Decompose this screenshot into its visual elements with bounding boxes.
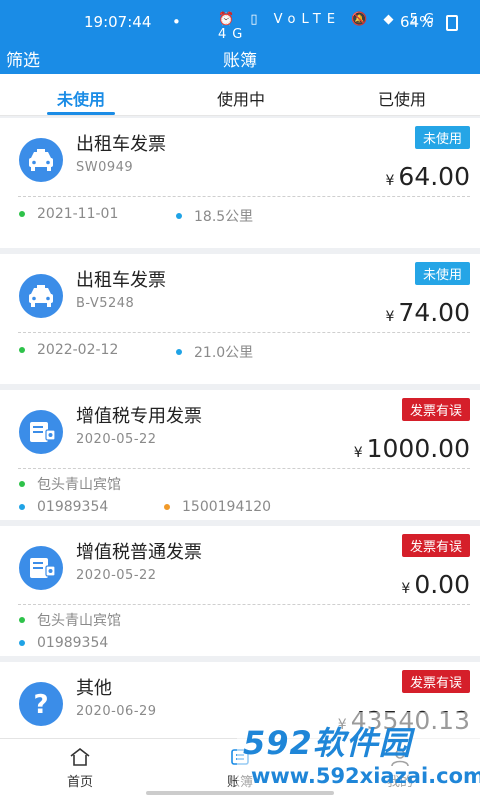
blue-dot-icon: [19, 504, 25, 510]
distance-text: 18.5公里: [194, 209, 254, 225]
blue-dot-icon: [176, 349, 182, 355]
amount-value: 74.00: [398, 298, 470, 327]
invoice-date: 2020-05-22: [76, 568, 157, 583]
invoice-amount: ¥74.00: [386, 298, 471, 327]
dashed-divider: [18, 604, 470, 605]
trip-distance: 21.0公里: [176, 342, 253, 362]
currency-symbol: ¥: [385, 173, 395, 189]
invoice-date: 2020-06-29: [76, 704, 157, 719]
date-text: 2022-02-12: [37, 342, 119, 358]
page-title: 账簿: [223, 51, 257, 71]
invoice-number: 01989354: [19, 499, 108, 515]
vat-invoice-icon: [19, 546, 63, 590]
invoice-type: 其他: [76, 678, 112, 699]
status-bar: 19:07:44 • ⏰ ▯ VoLTE 🔕 ◆ 5G 4G 64%: [0, 0, 480, 44]
watermark-url: www.592xiazai.com: [251, 764, 480, 788]
nav-home[interactable]: 首页: [40, 747, 120, 790]
invoice-date: 2021-11-01: [19, 206, 118, 222]
status-icons: ⏰ ▯ VoLTE 🔕 ◆ 5G 4G: [218, 12, 440, 42]
home-indicator: [146, 791, 334, 795]
invoice-amount: ¥64.00: [386, 162, 471, 191]
dashed-divider: [18, 332, 470, 333]
number-text: 01989354: [37, 499, 109, 515]
active-tab-indicator: [47, 112, 115, 115]
status-badge: 发票有误: [401, 670, 470, 693]
green-dot-icon: [19, 481, 25, 487]
amount-value: 1000.00: [366, 434, 470, 463]
tax-id-text: 1500194120: [182, 499, 272, 515]
invoice-type: 出租车发票: [76, 134, 166, 155]
number-text: 01989354: [37, 635, 109, 651]
vat-invoice-icon: [19, 410, 63, 454]
status-tabs: 未使用 使用中 已使用: [0, 74, 480, 116]
currency-symbol: ¥: [401, 581, 411, 597]
seller-text: 包头青山宾馆: [37, 477, 121, 493]
currency-symbol: ¥: [385, 309, 395, 325]
green-dot-icon: [19, 211, 25, 217]
status-badge: 未使用: [414, 126, 470, 149]
home-icon: [70, 747, 90, 766]
invoice-card[interactable]: 增值税普通发票 2020-05-22 发票有误 ¥0.00 包头青山宾馆 019…: [0, 526, 480, 656]
taxi-icon: [19, 138, 63, 182]
plate-number: B-V5248: [76, 296, 135, 311]
tab-used[interactable]: 已使用: [342, 86, 462, 110]
seller-name: 包头青山宾馆: [19, 610, 121, 630]
distance-text: 21.0公里: [194, 345, 254, 361]
tax-id: 1500194120: [164, 499, 271, 515]
filter-button[interactable]: 筛选: [6, 46, 40, 71]
app-bar: 筛选 账簿: [0, 44, 480, 74]
seller-name: 包头青山宾馆: [19, 474, 121, 494]
orange-dot-icon: [164, 504, 170, 510]
invoice-amount: ¥0.00: [401, 570, 470, 599]
green-dot-icon: [19, 617, 25, 623]
status-badge: 发票有误: [401, 398, 470, 421]
status-badge: 未使用: [414, 262, 470, 285]
invoice-amount: ¥1000.00: [354, 434, 470, 463]
plate-number: SW0949: [76, 160, 134, 175]
invoice-date: 2022-02-12: [19, 342, 118, 358]
invoice-type: 出租车发票: [76, 270, 166, 291]
invoice-type: 增值税专用发票: [76, 406, 202, 427]
tab-in-use[interactable]: 使用中: [181, 86, 301, 110]
question-icon: ?: [19, 682, 63, 726]
amount-value: 0.00: [414, 570, 470, 599]
trip-distance: 18.5公里: [176, 206, 253, 226]
status-dot: •: [172, 13, 181, 31]
tab-unused[interactable]: 未使用: [21, 86, 141, 110]
invoice-card[interactable]: 出租车发票 B-V5248 未使用 ¥74.00 2022-02-12 21.0…: [0, 254, 480, 384]
green-dot-icon: [19, 347, 25, 353]
status-badge: 发票有误: [401, 534, 470, 557]
svg-text:?: ?: [33, 690, 48, 720]
currency-symbol: ¥: [353, 445, 363, 461]
dashed-divider: [18, 196, 470, 197]
watermark-logo: 592软件园: [243, 724, 412, 762]
invoice-card[interactable]: 增值税专用发票 2020-05-22 发票有误 ¥1000.00 包头青山宾馆 …: [0, 390, 480, 520]
watermark: 592软件园 www.592xiazai.com: [237, 712, 480, 800]
nav-home-label: 首页: [66, 775, 93, 790]
blue-dot-icon: [19, 640, 25, 646]
seller-text: 包头青山宾馆: [37, 613, 121, 629]
battery-icon: [446, 15, 458, 31]
invoice-number: 01989354: [19, 635, 108, 651]
amount-value: 64.00: [398, 162, 470, 191]
blue-dot-icon: [176, 213, 182, 219]
invoice-type: 增值税普通发票: [76, 542, 202, 563]
invoice-date: 2020-05-22: [76, 432, 157, 447]
dashed-divider: [18, 468, 470, 469]
status-time: 19:07:44: [84, 13, 152, 31]
taxi-icon: [19, 274, 63, 318]
invoice-list[interactable]: 出租车发票 SW0949 未使用 ¥64.00 2021-11-01 18.5公…: [0, 116, 480, 738]
date-text: 2021-11-01: [37, 206, 119, 222]
invoice-card[interactable]: 出租车发票 SW0949 未使用 ¥64.00 2021-11-01 18.5公…: [0, 118, 480, 248]
battery-level: 64%: [400, 13, 434, 31]
